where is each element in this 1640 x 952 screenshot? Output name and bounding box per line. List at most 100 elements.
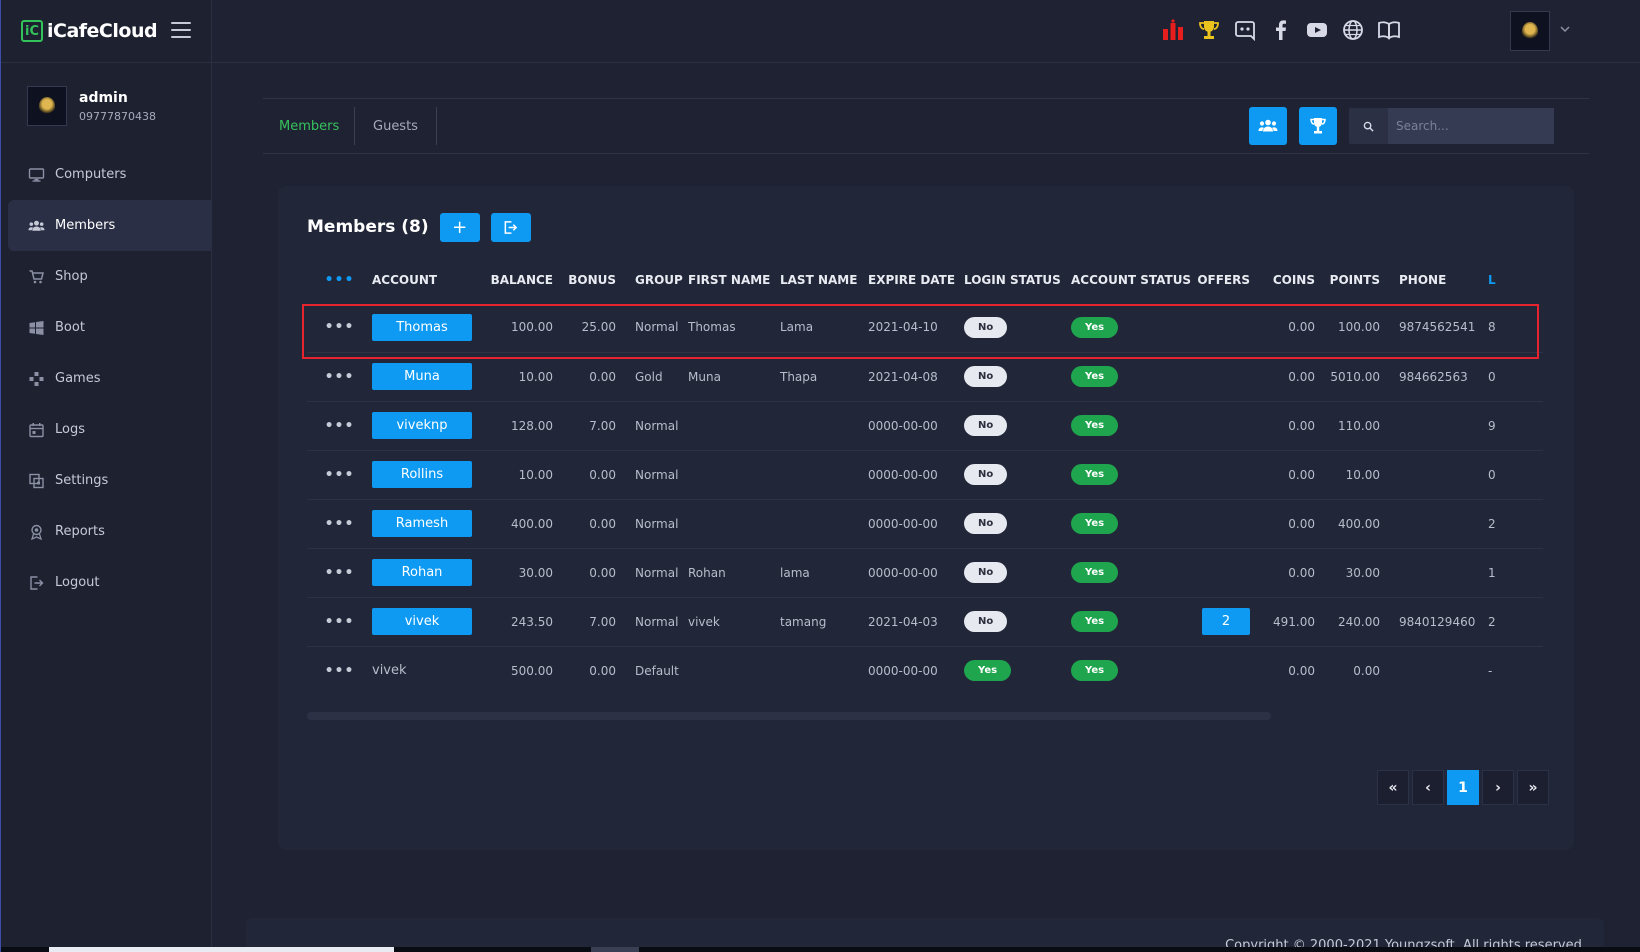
member-groups-button[interactable] — [1249, 107, 1287, 145]
column-header-extra[interactable]: L — [1483, 256, 1543, 303]
column-header-offers[interactable]: OFFERS — [1193, 256, 1258, 303]
row-menu-icon[interactable]: ••• — [307, 303, 372, 352]
first-name-cell: Muna — [688, 351, 780, 401]
book-icon[interactable] — [1377, 18, 1400, 42]
discord-icon[interactable] — [1233, 18, 1256, 42]
account-status-badge: Yes — [1071, 415, 1119, 436]
sidebar-item-logs[interactable]: Logs — [1, 404, 211, 455]
account-status-badge: Yes — [1071, 464, 1119, 485]
column-header-last-name[interactable]: LAST NAME — [780, 256, 868, 303]
chevron-down-icon[interactable] — [1558, 22, 1572, 36]
menu-toggle-icon[interactable] — [171, 22, 191, 38]
balance-cell: 128.00 — [484, 400, 561, 450]
account-status-cell: Yes — [1071, 645, 1193, 692]
account-button[interactable]: Rohan — [372, 559, 472, 586]
next-page-button[interactable]: › — [1482, 770, 1514, 805]
extra-cell: 0 — [1483, 351, 1543, 401]
column-header-coins[interactable]: COINS — [1258, 256, 1323, 303]
avatar — [27, 86, 67, 126]
account-button[interactable]: vivek — [372, 608, 472, 635]
extra-cell: 1 — [1483, 547, 1543, 597]
page-title: Members (8) — [307, 217, 429, 237]
sidebar-item-label: Computers — [55, 167, 127, 182]
account-avatar[interactable] — [1510, 11, 1550, 51]
ranking-icon[interactable] — [1161, 18, 1184, 42]
top-icon-group — [1161, 18, 1400, 42]
search-icon[interactable] — [1349, 108, 1388, 144]
trophy-icon[interactable] — [1197, 18, 1220, 42]
column-header-account-status[interactable]: ACCOUNT STATUS — [1071, 256, 1193, 303]
row-menu-icon[interactable]: ••• — [307, 449, 372, 499]
table-header-row: ••• ACCOUNT BALANCE BONUS GROUP FIRST NA… — [307, 256, 1543, 303]
phone-cell — [1388, 547, 1483, 597]
row-menu-icon[interactable]: ••• — [307, 645, 372, 692]
user-phone: 09777870438 — [79, 109, 156, 123]
globe-icon[interactable] — [1341, 18, 1364, 42]
rankings-button[interactable] — [1299, 107, 1337, 145]
last-page-button[interactable]: » — [1517, 770, 1549, 805]
group-cell: Normal — [624, 449, 688, 499]
horizontal-scrollbar[interactable] — [307, 712, 1271, 720]
first-page-button[interactable]: « — [1377, 770, 1409, 805]
sidebar: iC iCafeCloud admin 09777870438 Computer… — [1, 0, 212, 952]
tab-members[interactable]: Members — [279, 107, 355, 145]
bonus-cell: 0.00 — [561, 547, 624, 597]
sidebar-item-reports[interactable]: Reports — [1, 506, 211, 557]
column-header-balance[interactable]: BALANCE — [484, 256, 561, 303]
cart-icon — [27, 269, 45, 285]
sidebar-item-shop[interactable]: Shop — [1, 251, 211, 302]
sidebar-item-games[interactable]: Games — [1, 353, 211, 404]
users-icon — [27, 218, 45, 234]
account-status-cell: Yes — [1071, 303, 1193, 352]
account-cell: vivek — [372, 596, 484, 646]
extra-cell: 8 — [1488, 320, 1496, 335]
phone-cell — [1388, 400, 1483, 450]
column-header-login-status[interactable]: LOGIN STATUS — [964, 256, 1071, 303]
page-1-button[interactable]: 1 — [1447, 770, 1479, 805]
sidebar-item-boot[interactable]: Boot — [1, 302, 211, 353]
export-button[interactable] — [490, 212, 531, 242]
search-input[interactable] — [1388, 108, 1554, 144]
account-button[interactable]: Thomas — [372, 313, 472, 341]
offers-button[interactable]: 2 — [1202, 608, 1250, 635]
account-button[interactable]: Ramesh — [372, 510, 472, 537]
account-status-cell: Yes — [1071, 351, 1193, 401]
last-name-cell — [780, 498, 868, 548]
youtube-icon[interactable] — [1305, 18, 1328, 42]
column-header-bonus[interactable]: BONUS — [561, 256, 624, 303]
first-name-cell: Rohan — [688, 547, 780, 597]
first-name-cell: vivek — [688, 596, 780, 646]
column-header-expire-date[interactable]: EXPIRE DATE — [868, 256, 964, 303]
column-header-points[interactable]: POINTS — [1323, 256, 1388, 303]
column-header-account[interactable]: ACCOUNT — [372, 256, 484, 303]
sidebar-item-label: Members — [55, 218, 116, 233]
points-cell: 0.00 — [1323, 645, 1388, 692]
column-header-first-name[interactable]: FIRST NAME — [688, 256, 780, 303]
tab-guests[interactable]: Guests — [357, 107, 437, 145]
row-menu-icon[interactable]: ••• — [307, 400, 372, 450]
sidebar-item-settings[interactable]: Settings — [1, 455, 211, 506]
account-button[interactable]: Rollins — [372, 461, 472, 488]
sidebar-item-logout[interactable]: Logout — [1, 557, 211, 608]
extra-cell: 2 — [1483, 596, 1543, 646]
row-menu-icon[interactable]: ••• — [307, 351, 372, 401]
column-menu-icon[interactable]: ••• — [307, 256, 372, 303]
column-header-phone[interactable]: PHONE — [1388, 256, 1483, 303]
row-menu-icon[interactable]: ••• — [307, 596, 372, 646]
row-menu-icon[interactable]: ••• — [307, 498, 372, 548]
account-button[interactable]: viveknp — [372, 412, 472, 439]
group-cell: Gold — [624, 351, 688, 401]
login-status-cell: No — [964, 303, 1071, 352]
add-member-button[interactable]: + — [439, 212, 480, 242]
prev-page-button[interactable]: ‹ — [1412, 770, 1444, 805]
account-cell: Thomas — [372, 303, 484, 352]
login-status-badge: No — [964, 562, 1008, 583]
sidebar-item-members[interactable]: Members — [8, 200, 211, 251]
row-menu-icon[interactable]: ••• — [307, 547, 372, 597]
account-status-badge: Yes — [1071, 611, 1119, 632]
facebook-icon[interactable] — [1269, 18, 1292, 42]
top-bar — [212, 0, 1640, 63]
sidebar-item-computers[interactable]: Computers — [1, 149, 211, 200]
column-header-group[interactable]: GROUP — [624, 256, 688, 303]
account-button[interactable]: Muna — [372, 363, 472, 390]
